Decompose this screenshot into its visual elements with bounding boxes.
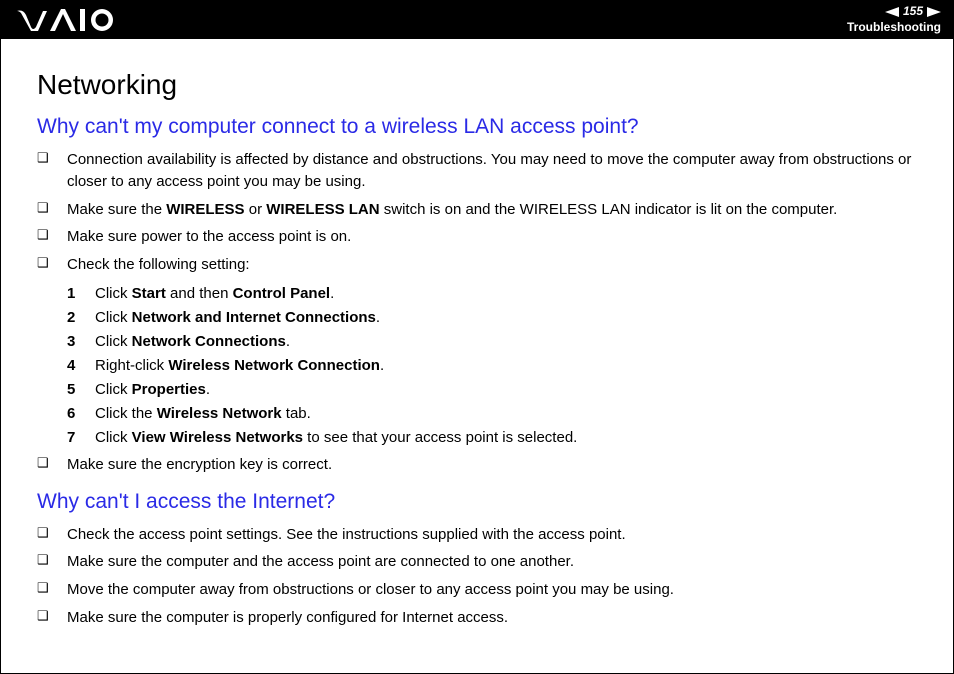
bullet-icon: ❑ (37, 551, 67, 570)
list-item: ❑ Make sure the computer and the access … (37, 551, 917, 573)
bullet-text: Check the following setting: (67, 254, 250, 276)
page-title: Networking (37, 69, 917, 101)
list-item: ❑ Move the computer away from obstructio… (37, 579, 917, 601)
step-number: 3 (67, 330, 95, 354)
list-item: ❑ Make sure the WIRELESS or WIRELESS LAN… (37, 199, 917, 221)
step-text: Right-click Wireless Network Connection. (95, 354, 384, 378)
numbered-steps: 1 Click Start and then Control Panel. 2 … (67, 282, 917, 450)
list-item: ❑ Connection availability is affected by… (37, 149, 917, 193)
prev-page-arrow-icon[interactable] (885, 7, 899, 17)
section-label: Troubleshooting (847, 20, 941, 36)
list-item: ❑ Make sure the computer is properly con… (37, 607, 917, 629)
step-text: Click Properties. (95, 378, 210, 402)
step-text: Click View Wireless Networks to see that… (95, 426, 577, 450)
page-number: 155 (903, 4, 923, 20)
bullet-text: Make sure the computer and the access po… (67, 551, 574, 573)
step-item: 2 Click Network and Internet Connections… (67, 306, 917, 330)
bullet-icon: ❑ (37, 149, 67, 168)
step-number: 5 (67, 378, 95, 402)
step-text: Click the Wireless Network tab. (95, 402, 311, 426)
bullet-text: Check the access point settings. See the… (67, 524, 626, 546)
bullet-icon: ❑ (37, 199, 67, 218)
page-content: Networking Why can't my computer connect… (1, 39, 953, 655)
step-number: 6 (67, 402, 95, 426)
bullet-text: Make sure power to the access point is o… (67, 226, 351, 248)
bullet-icon: ❑ (37, 254, 67, 273)
step-number: 2 (67, 306, 95, 330)
bullet-text: Make sure the encryption key is correct. (67, 454, 332, 476)
bullet-list-2: ❑ Check the access point settings. See t… (37, 524, 917, 629)
bullet-icon: ❑ (37, 579, 67, 598)
bullet-list-1: ❑ Connection availability is affected by… (37, 149, 917, 276)
question-heading-2: Why can't I access the Internet? (37, 490, 917, 514)
vaio-logo (17, 9, 115, 31)
bullet-text: Make sure the computer is properly confi… (67, 607, 508, 629)
step-number: 4 (67, 354, 95, 378)
step-text: Click Start and then Control Panel. (95, 282, 334, 306)
step-item: 4 Right-click Wireless Network Connectio… (67, 354, 917, 378)
bullet-icon: ❑ (37, 524, 67, 543)
next-page-arrow-icon[interactable] (927, 7, 941, 17)
bullet-icon: ❑ (37, 226, 67, 245)
question-heading-1: Why can't my computer connect to a wirel… (37, 115, 917, 139)
step-item: 1 Click Start and then Control Panel. (67, 282, 917, 306)
step-item: 5 Click Properties. (67, 378, 917, 402)
list-item: ❑ Check the following setting: (37, 254, 917, 276)
page-header: 155 Troubleshooting (1, 1, 953, 39)
step-number: 7 (67, 426, 95, 450)
step-item: 7 Click View Wireless Networks to see th… (67, 426, 917, 450)
step-text: Click Network and Internet Connections. (95, 306, 380, 330)
bullet-text: Move the computer away from obstructions… (67, 579, 674, 601)
bullet-text: Connection availability is affected by d… (67, 149, 917, 193)
bullet-text: Make sure the WIRELESS or WIRELESS LAN s… (67, 199, 837, 221)
step-item: 3 Click Network Connections. (67, 330, 917, 354)
list-item: ❑ Make sure the encryption key is correc… (37, 454, 917, 476)
list-item: ❑ Make sure power to the access point is… (37, 226, 917, 248)
bullet-list-1b: ❑ Make sure the encryption key is correc… (37, 454, 917, 476)
step-item: 6 Click the Wireless Network tab. (67, 402, 917, 426)
page-navigation: 155 (847, 4, 941, 20)
step-text: Click Network Connections. (95, 330, 290, 354)
header-right: 155 Troubleshooting (847, 4, 941, 35)
step-number: 1 (67, 282, 95, 306)
bullet-icon: ❑ (37, 607, 67, 626)
list-item: ❑ Check the access point settings. See t… (37, 524, 917, 546)
bullet-icon: ❑ (37, 454, 67, 473)
